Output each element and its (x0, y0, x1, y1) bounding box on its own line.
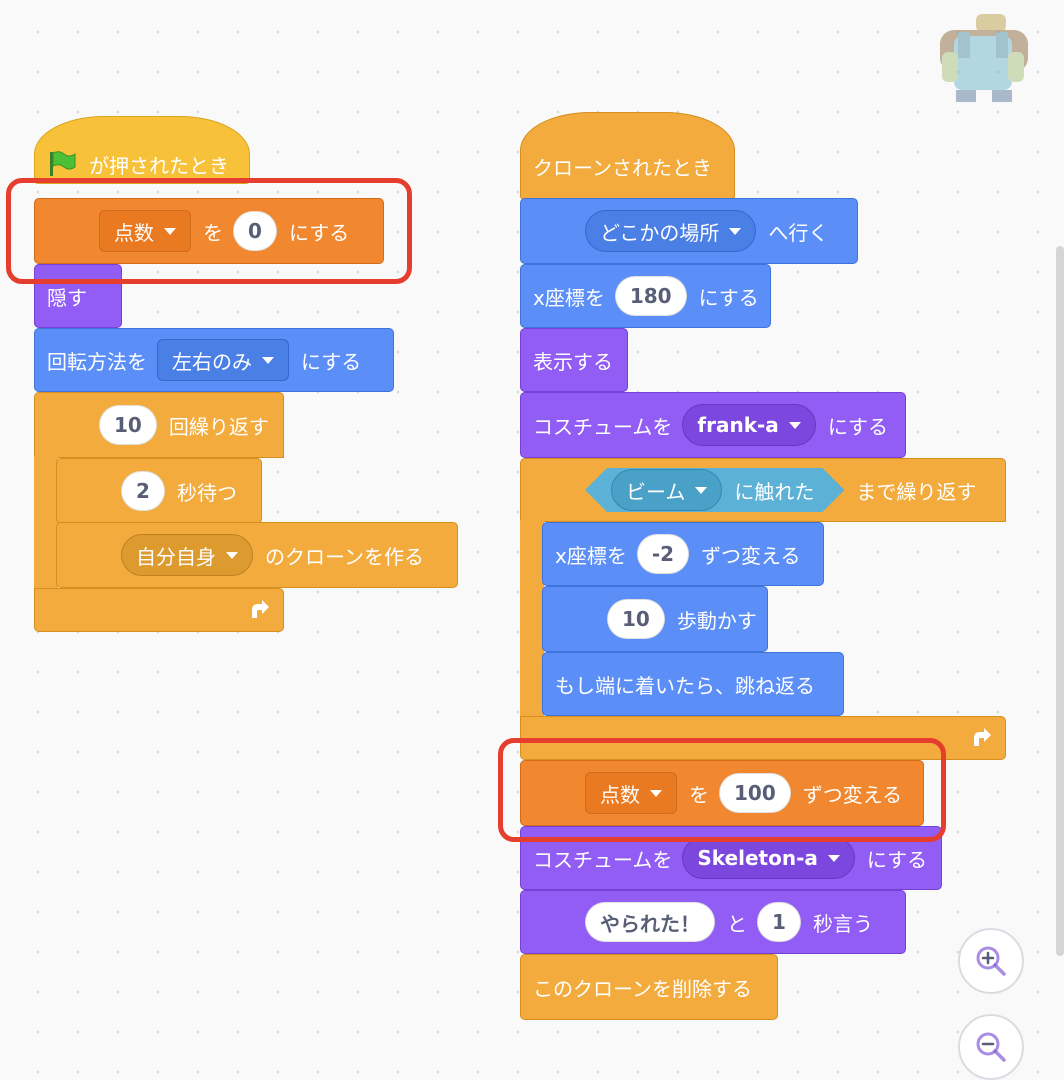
change-x-input[interactable]: -2 (636, 534, 690, 574)
when-flag-clicked-block[interactable]: が押されたとき (34, 116, 250, 184)
repeat-until-label: まで繰り返す (856, 479, 977, 504)
clone-target: 自分自身 (136, 544, 216, 569)
repeat-label: 回繰り返す (168, 414, 269, 439)
sprite-thumbnail (932, 12, 1032, 106)
costume-name: Skeleton-a (697, 846, 818, 870)
say-for-secs-block[interactable]: やられた！ と 1 秒言う (520, 890, 906, 954)
repeat-block[interactable]: 10 回繰り返す (34, 392, 284, 458)
move-label: 歩動かす (676, 608, 757, 633)
move-steps-block[interactable]: 10 歩動かす (542, 586, 768, 652)
costume-label: コスチュームを (533, 414, 673, 439)
costume-dropdown[interactable]: Skeleton-a (682, 837, 855, 879)
goto-target-dropdown[interactable]: どこかの場所 (585, 210, 757, 252)
sprite-dropdown[interactable]: ビーム (611, 469, 722, 511)
repeat-until-arm (520, 520, 544, 718)
loop-arrow-icon (968, 726, 994, 756)
zoom-out-button[interactable] (958, 1014, 1024, 1080)
hat-label: クローンされたとき (533, 156, 712, 180)
vertical-scrollbar[interactable] (1056, 246, 1064, 956)
rotation-label-end: にする (301, 349, 362, 374)
loop-arrow-icon (246, 598, 272, 628)
touching-condition[interactable]: ビーム に触れた (585, 468, 844, 512)
bounce-label: もし端に着いたら、跳ね返る (555, 673, 815, 698)
costume-label: コスチュームを (533, 847, 673, 872)
rotation-label: 回転方法を (47, 349, 147, 374)
chevron-down-icon (262, 356, 274, 364)
go-to-block[interactable]: どこかの場所 へ行く (520, 198, 858, 264)
create-clone-block[interactable]: 自分自身 のクローンを作る (56, 522, 458, 588)
chevron-down-icon (729, 227, 742, 235)
zoom-out-icon (973, 1029, 1009, 1065)
goto-label: へ行く (768, 220, 829, 245)
repeat-count-input[interactable]: 10 (99, 405, 157, 445)
highlight-box-set-variable (6, 178, 412, 284)
sprite-name: ビーム (626, 479, 686, 504)
switch-costume-block[interactable]: コスチュームを frank-a にする (520, 392, 906, 458)
clone-label: のクローンを作る (265, 544, 424, 569)
zoom-in-icon (973, 943, 1009, 979)
set-x-label-end: にする (698, 285, 759, 310)
change-x-label-end: ずつ変える (701, 543, 801, 568)
zoom-in-button[interactable] (958, 928, 1024, 994)
say-seconds-input[interactable]: 1 (757, 902, 801, 942)
x-value-input[interactable]: 180 (614, 276, 687, 316)
chevron-down-icon (226, 551, 238, 559)
costume-label-end: にする (866, 847, 928, 872)
bounce-block[interactable]: もし端に着いたら、跳ね返る (542, 652, 844, 716)
goto-target: どこかの場所 (600, 220, 720, 245)
clone-target-dropdown[interactable]: 自分自身 (121, 534, 253, 576)
green-flag-icon (47, 149, 77, 179)
wait-label: 秒待つ (177, 480, 237, 505)
show-block[interactable]: 表示する (520, 328, 628, 392)
rotation-option: 左右のみ (172, 349, 252, 374)
repeat-arm (34, 456, 58, 588)
costume-dropdown[interactable]: frank-a (682, 404, 816, 446)
set-x-label: x座標を (533, 285, 605, 310)
hat-label: が押されたとき (89, 154, 229, 178)
change-x-block[interactable]: x座標を -2 ずつ変える (542, 522, 824, 586)
say-label-to: と (727, 911, 747, 936)
chevron-down-icon (695, 487, 707, 494)
chevron-down-icon (827, 854, 840, 862)
rotation-dropdown[interactable]: 左右のみ (157, 339, 289, 381)
set-rotation-style-block[interactable]: 回転方法を 左右のみ にする (34, 328, 394, 392)
touching-label: に触れた (734, 479, 815, 504)
say-text-input[interactable]: やられた！ (585, 902, 715, 942)
steps-input[interactable]: 10 (607, 599, 665, 639)
costume-label-end: にする (827, 414, 889, 439)
wait-block[interactable]: 2 秒待つ (56, 458, 262, 524)
repeat-until-block[interactable]: ビーム に触れた まで繰り返す (520, 458, 1006, 522)
wait-seconds-input[interactable]: 2 (121, 471, 165, 511)
costume-name: frank-a (697, 413, 779, 437)
hide-label: 隠す (47, 285, 87, 310)
change-x-label: x座標を (555, 543, 627, 568)
delete-clone-block[interactable]: このクローンを削除する (520, 954, 778, 1020)
highlight-box-change-variable (498, 738, 946, 842)
set-x-block[interactable]: x座標を 180 にする (520, 264, 771, 328)
show-label: 表示する (533, 349, 613, 374)
when-cloned-block[interactable]: クローンされたとき (520, 112, 735, 200)
say-label-end: 秒言う (813, 911, 873, 936)
delete-clone-label: このクローンを削除する (533, 976, 752, 1001)
chevron-down-icon (788, 421, 801, 429)
